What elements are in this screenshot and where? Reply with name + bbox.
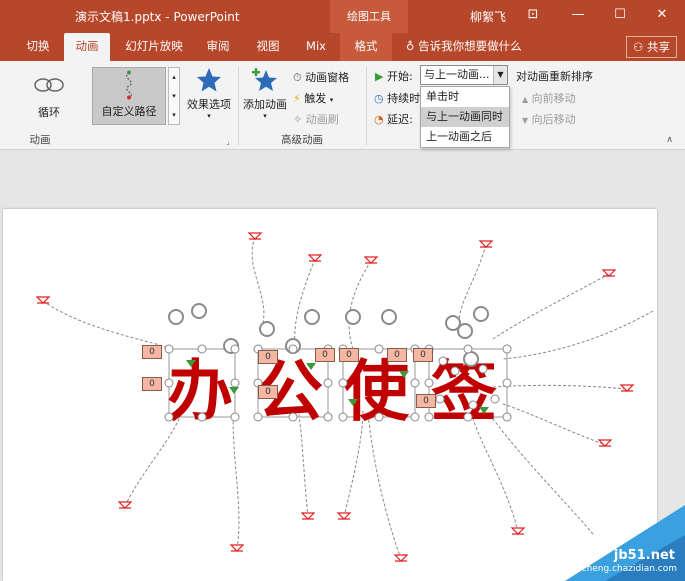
menu-item-after-previous[interactable]: 上一动画之后: [421, 127, 509, 147]
watermark-text: 查字典 教程网 jiaocheng.chazidian.com: [505, 564, 677, 574]
move-earlier-button[interactable]: ▲ 向前移动: [522, 90, 576, 106]
chevron-down-icon: ▾: [329, 96, 334, 104]
animation-order-tag[interactable]: 0: [258, 385, 278, 399]
share-label: 共享: [647, 40, 670, 54]
add-animation-star-icon: [252, 68, 277, 91]
animation-order-tag[interactable]: 0: [413, 348, 433, 362]
animation-order-tag[interactable]: 0: [315, 348, 335, 362]
group-separator: [238, 67, 239, 145]
dialog-launcher-icon[interactable]: ⌟: [226, 137, 230, 146]
tab-animations[interactable]: 动画: [64, 33, 110, 61]
animation-pane-label: 动画窗格: [305, 71, 350, 84]
tab-review[interactable]: 审阅: [198, 33, 238, 61]
move-later-button[interactable]: ▼ 向后移动: [522, 111, 576, 127]
advanced-animation-group-label: 高级动画: [281, 134, 323, 146]
star-icon: [197, 68, 221, 92]
add-animation-label: 添加动画: [243, 98, 287, 111]
context-tools-label: 绘图工具: [330, 0, 408, 33]
reorder-animation-label: 对动画重新排序: [516, 70, 593, 83]
tab-transitions[interactable]: 切换: [18, 33, 58, 61]
minimize-button[interactable]: —: [562, 0, 594, 33]
ribbon-tab-row: 切换 动画 幻灯片放映 审阅 视图 Mix 格式 ♁ 告诉我你想要做什么 ⚇ 共…: [0, 33, 685, 61]
triangle-down-icon: ▼: [522, 116, 529, 125]
animation-order-tag[interactable]: 0: [258, 350, 278, 364]
tell-me-box[interactable]: ♁ 告诉我你想要做什么: [406, 33, 536, 61]
group-separator: [366, 67, 367, 145]
move-earlier-label: 向前移动: [531, 92, 576, 105]
lightning-icon: ⚡: [293, 92, 301, 105]
add-animation-button[interactable]: 添加动画 ▾: [242, 67, 288, 129]
animation-group-label: 动画: [29, 134, 51, 146]
animation-painter-button[interactable]: ✧ 动画刷: [293, 111, 339, 127]
delay-clock-icon: ◔: [374, 113, 384, 126]
chevron-down-icon: ▾: [207, 112, 211, 120]
trigger-button[interactable]: ⚡ 触发 ▾: [293, 90, 333, 106]
chevron-down-icon: ▼: [493, 66, 507, 84]
start-select[interactable]: 与上一动画... ▼: [420, 65, 508, 85]
animation-order-tag[interactable]: 0: [387, 348, 407, 362]
collapse-ribbon-icon[interactable]: ∧: [666, 135, 673, 145]
trigger-label: 触发: [304, 92, 327, 105]
custom-path-label: 自定义路径: [101, 105, 157, 118]
context-tools-text: 绘图工具: [347, 10, 391, 23]
start-dropdown-menu: 单击时 与上一动画同时 上一动画之后: [420, 86, 510, 148]
animation-order-tag[interactable]: 0: [142, 377, 162, 391]
clock-icon: ◷: [374, 92, 384, 105]
animation-order-tag[interactable]: 0: [142, 345, 162, 359]
title-bar: 演示文稿1.pptx - PowerPoint 绘图工具 柳絮飞 ⊡ — ☐ ✕: [0, 0, 685, 33]
user-name[interactable]: 柳絮飞: [470, 8, 506, 25]
delay-label: ◔ 延迟:: [374, 111, 413, 127]
duration-label-text: 持续时: [387, 92, 421, 105]
tab-mix[interactable]: Mix: [298, 33, 334, 61]
menu-item-with-previous[interactable]: 与上一动画同时: [421, 107, 509, 127]
ribbon: 循环 自定义路径 ▴ ▾ ▾ 效果选项 ▾ 动画 ⌟ 添加动画 ▾ ⏱ 动画窗格 ⚡…: [0, 61, 685, 150]
animation-pane-button[interactable]: ⏱ 动画窗格: [293, 69, 349, 85]
start-label-text: 开始:: [386, 70, 413, 83]
animation-painter-label: 动画刷: [305, 113, 339, 126]
slide-content: 办 公 使 签: [35, 232, 654, 562]
loop-label: 循环: [38, 106, 60, 119]
animation-order-tag[interactable]: 0: [416, 394, 436, 408]
play-icon: ▶: [375, 70, 384, 83]
tell-me-text: 告诉我你想要做什么: [418, 39, 522, 53]
effects-gallery-scroll[interactable]: ▴ ▾ ▾: [168, 67, 180, 125]
tab-view[interactable]: 视图: [248, 33, 288, 61]
triangle-up-icon: ▲: [522, 95, 529, 104]
effect-options-label: 效果选项: [187, 98, 231, 111]
path-end-markers: [35, 232, 635, 562]
window-title: 演示文稿1.pptx - PowerPoint: [75, 10, 240, 24]
custom-path-effect-button[interactable]: 自定义路径: [92, 67, 166, 125]
custom-path-icon: [126, 70, 132, 100]
menu-item-on-click[interactable]: 单击时: [421, 87, 509, 107]
duration-label: ◷ 持续时: [374, 90, 420, 106]
slide-canvas[interactable]: 办 公 使 签 0 0 0 0 0 0 0 0 0: [3, 209, 657, 581]
ribbon-display-options-button[interactable]: ⊡: [517, 0, 549, 33]
start-select-value: 与上一动画...: [424, 68, 490, 81]
loop-icon: [34, 78, 64, 92]
tab-slideshow[interactable]: 幻灯片放映: [118, 33, 190, 61]
move-later-label: 向后移动: [531, 113, 576, 126]
animation-pane-icon: ⏱: [293, 71, 302, 84]
person-icon: ⚇: [633, 40, 644, 54]
lightbulb-icon: ♁: [406, 39, 415, 53]
animation-order-tag[interactable]: 0: [339, 348, 359, 362]
effect-options-button[interactable]: 效果选项 ▾: [184, 67, 234, 129]
restore-button[interactable]: ☐: [604, 0, 636, 33]
start-label: ▶ 开始:: [375, 68, 413, 84]
painter-icon: ✧: [293, 113, 303, 126]
loop-effect-button[interactable]: 循环: [10, 67, 88, 125]
delay-label-text: 延迟:: [387, 113, 413, 126]
tab-format[interactable]: 格式: [340, 33, 392, 61]
share-button[interactable]: ⚇ 共享: [626, 36, 677, 58]
chevron-down-icon: ▾: [263, 112, 267, 120]
close-button[interactable]: ✕: [646, 0, 678, 33]
